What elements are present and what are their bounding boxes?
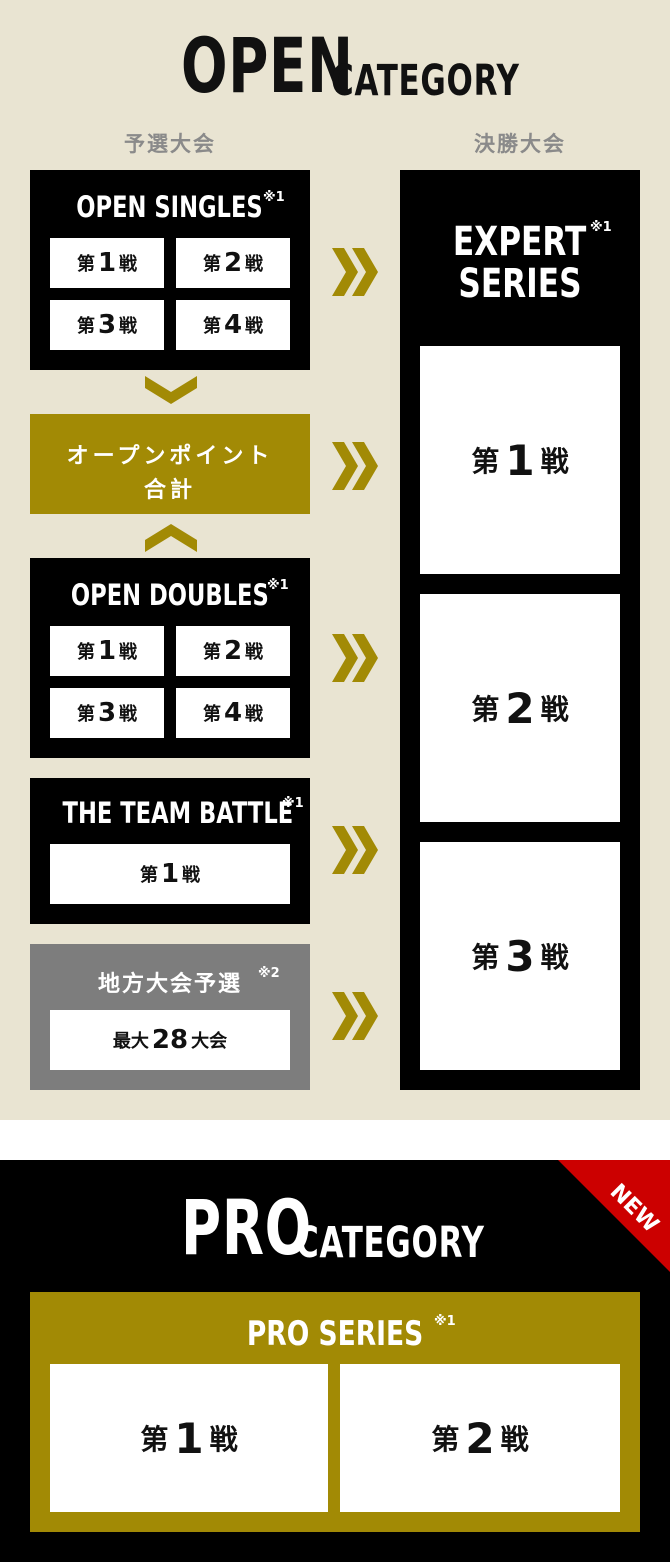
open-singles-title: OPEN SINGLES (76, 190, 264, 224)
double-chevron-right-icon (332, 442, 378, 490)
double-chevron-right-icon (332, 826, 378, 874)
double-chevron-right-icon (332, 992, 378, 1040)
expert-series-round-3[interactable]: 第3戦 (420, 842, 620, 1070)
open-points-total-box: オープンポイント 合計 (30, 414, 310, 514)
expert-series-note: ※1 (590, 220, 612, 235)
open-doubles-round-3[interactable]: 第3戦 (50, 688, 164, 738)
regional-qualifier-note: ※2 (258, 966, 280, 981)
open-doubles-box: OPEN DOUBLES ※1 第1戦 第2戦 第3戦 第4戦 (30, 558, 310, 758)
team-battle-note: ※1 (282, 796, 304, 811)
regional-qualifier-box: 地方大会予選 ※2 最大 28 大会 (30, 944, 310, 1090)
open-doubles-round-1[interactable]: 第1戦 (50, 626, 164, 676)
pro-series-box: PRO SERIES ※1 第1戦 第2戦 (30, 1292, 640, 1532)
open-category-section: OPEN CATEGORY 予選大会 決勝大会 OPEN SINGLES ※1 … (0, 0, 670, 1120)
expert-series-title-line2: SERIES (458, 261, 582, 307)
regional-qualifier-detail[interactable]: 最大 28 大会 (50, 1010, 290, 1070)
chevron-down-icon (145, 376, 197, 404)
final-column-label: 決勝大会 (474, 133, 566, 156)
open-singles-round-1[interactable]: 第1戦 (50, 238, 164, 288)
open-title-sub: CATEGORY (331, 56, 520, 106)
open-singles-round-4[interactable]: 第4戦 (176, 300, 290, 350)
qualifier-column-label: 予選大会 (124, 133, 216, 156)
open-points-line2: 合計 (143, 477, 196, 502)
pro-title-main: PRO (181, 1183, 312, 1272)
pro-title-sub: CATEGORY (296, 1218, 485, 1268)
open-singles-round-2[interactable]: 第2戦 (176, 238, 290, 288)
open-doubles-round-2[interactable]: 第2戦 (176, 626, 290, 676)
expert-series-round-2[interactable]: 第2戦 (420, 594, 620, 822)
double-chevron-right-icon (332, 634, 378, 682)
expert-series-box: EXPERT SERIES ※1 第1戦 第2戦 第3戦 (400, 170, 640, 1090)
open-singles-box: OPEN SINGLES ※1 第1戦 第2戦 第3戦 第4戦 (30, 170, 310, 370)
open-title-main: OPEN (181, 21, 354, 110)
team-battle-round-1[interactable]: 第1戦 (50, 844, 290, 904)
pro-series-note: ※1 (434, 1314, 456, 1329)
chevron-up-icon (145, 524, 197, 552)
open-doubles-note: ※1 (267, 578, 289, 593)
open-points-line1: オープンポイント (66, 443, 274, 468)
open-singles-note: ※1 (263, 190, 285, 205)
pro-series-title: PRO SERIES (246, 1314, 424, 1354)
expert-series-title-line1: EXPERT (453, 219, 587, 265)
open-doubles-round-4[interactable]: 第4戦 (176, 688, 290, 738)
expert-series-round-1[interactable]: 第1戦 (420, 346, 620, 574)
open-singles-round-3[interactable]: 第3戦 (50, 300, 164, 350)
pro-series-round-2[interactable]: 第2戦 (340, 1364, 620, 1512)
double-chevron-right-icon (332, 248, 378, 296)
team-battle-box: THE TEAM BATTLE ※1 第1戦 (30, 778, 310, 924)
team-battle-title: THE TEAM BATTLE (62, 796, 294, 830)
open-doubles-title: OPEN DOUBLES (71, 578, 269, 612)
pro-series-round-1[interactable]: 第1戦 (50, 1364, 328, 1512)
pro-category-section: NEW PRO CATEGORY PRO SERIES ※1 第1戦 第2戦 (0, 1160, 670, 1562)
